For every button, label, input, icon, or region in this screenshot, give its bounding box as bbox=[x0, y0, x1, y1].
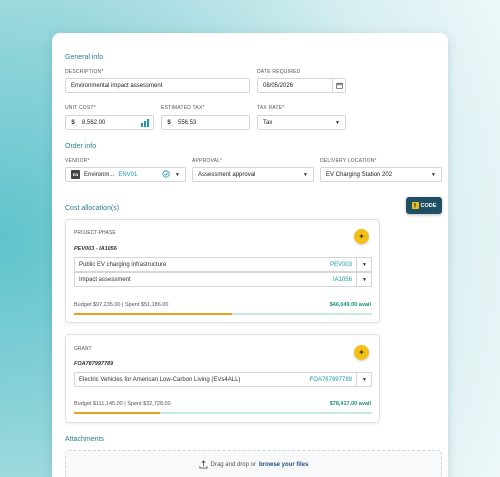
row-code: FOA787997789 bbox=[309, 376, 352, 383]
allocation-panel-project-phase: PROJECT-PHASE ✦ PEV003 - IA1056 Public E… bbox=[65, 219, 380, 323]
panel-code: FOA787997789 bbox=[74, 361, 114, 367]
chevron-down-icon: ▼ bbox=[175, 171, 180, 178]
tax-rate-select[interactable]: Tax ▼ bbox=[257, 115, 346, 130]
approval-select[interactable]: Assessment approval ▼ bbox=[192, 167, 314, 182]
budget-progress-fill bbox=[74, 313, 232, 315]
chevron-down-icon: ▼ bbox=[431, 171, 436, 178]
description-value: Environmental impact assessment bbox=[71, 82, 163, 89]
bar-chart-icon[interactable] bbox=[141, 119, 149, 129]
cost-allocation-title: Cost allocation(s) bbox=[65, 205, 120, 212]
estimated-tax-field[interactable]: $ 556.53 bbox=[161, 115, 250, 130]
tax-rate-label: TAX RATE* bbox=[257, 105, 285, 111]
budget-progress-bar bbox=[74, 313, 372, 315]
row-code: PEV003 bbox=[329, 261, 352, 268]
code-button-label: CODE bbox=[420, 202, 437, 209]
delivery-location-select[interactable]: EV Charging Station 202 ▼ bbox=[320, 167, 442, 182]
delivery-location-label: DELIVERY LOCATION* bbox=[320, 158, 377, 164]
delivery-location-value: EV Charging Station 202 bbox=[326, 171, 393, 178]
check-circle-icon bbox=[162, 170, 170, 180]
chevron-down-icon: ▼ bbox=[362, 376, 367, 383]
calendar-icon[interactable] bbox=[332, 79, 345, 92]
budget-text: Budget $97,235.00 | Spent $51,186.00 bbox=[74, 302, 169, 308]
budget-text: Budget $111,145.00 | Spent $32,728.00 bbox=[74, 401, 171, 407]
estimated-tax-label: ESTIMATED TAX* bbox=[161, 105, 205, 111]
panel-type: GRANT bbox=[74, 346, 92, 352]
dollar-prefix: $ bbox=[71, 119, 75, 126]
date-required-label: DATE REQUIRED bbox=[257, 69, 301, 75]
available-amount: $78,417.00 avail bbox=[329, 401, 371, 407]
file-dropzone[interactable]: Drag and drop or browse your files bbox=[65, 450, 442, 477]
vendor-code: ENV01 bbox=[118, 171, 138, 178]
estimated-tax-value: 556.53 bbox=[178, 119, 197, 126]
vendor-select[interactable]: EN Environm... ENV01 ▼ bbox=[65, 167, 186, 182]
allocation-panel-grant: GRANT ✦ FOA787997789 Electric Vehicles f… bbox=[65, 334, 380, 423]
row-label: Impact assessment bbox=[79, 276, 131, 283]
budget-progress-bar bbox=[74, 412, 372, 414]
date-value: 08/05/2026 bbox=[263, 82, 294, 89]
date-required-field[interactable]: 08/05/2026 bbox=[257, 78, 346, 93]
general-info-title: General info bbox=[65, 54, 104, 61]
star-icon[interactable]: ✦ bbox=[354, 345, 369, 360]
vendor-label: VENDOR* bbox=[65, 158, 90, 164]
row-label: Public EV charging infrastructure bbox=[79, 261, 167, 268]
form-card: General info DESCRIPTION* Environmental … bbox=[52, 33, 448, 477]
available-amount: $46,049.00 avail bbox=[329, 302, 371, 308]
unit-cost-value: 8,562.00 bbox=[82, 119, 106, 126]
star-icon[interactable]: ✦ bbox=[354, 229, 369, 244]
description-field[interactable]: Environmental impact assessment bbox=[65, 78, 250, 93]
row-label: Electric Vehicles for American Low-Carbo… bbox=[79, 376, 241, 383]
vendor-badge: EN bbox=[71, 170, 80, 179]
attachments-title: Attachments bbox=[65, 436, 104, 443]
budget-progress-fill bbox=[74, 412, 161, 414]
vendor-name: Environm... bbox=[84, 171, 115, 178]
code-button[interactable]: § CODE bbox=[406, 197, 442, 214]
tax-rate-value: Tax bbox=[263, 119, 273, 126]
approval-label: APPROVAL* bbox=[192, 158, 223, 164]
panel-type: PROJECT-PHASE bbox=[74, 230, 116, 236]
approval-value: Assessment approval bbox=[198, 171, 256, 178]
row-code: IA1056 bbox=[332, 276, 352, 283]
chevron-down-icon: ▼ bbox=[303, 171, 308, 178]
chevron-down-icon: ▼ bbox=[362, 261, 367, 268]
panel-code: PEV003 - IA1056 bbox=[74, 246, 117, 252]
unit-cost-field[interactable]: $ 8,562.00 bbox=[65, 115, 154, 130]
description-label: DESCRIPTION* bbox=[65, 69, 104, 75]
dollar-prefix: $ bbox=[167, 119, 171, 126]
drop-text: Drag and drop or bbox=[210, 462, 256, 468]
code-icon: § bbox=[411, 202, 419, 209]
upload-icon bbox=[199, 459, 208, 471]
unit-cost-label: UNIT COST* bbox=[65, 105, 96, 111]
allocation-row[interactable]: Electric Vehicles for American Low-Carbo… bbox=[74, 372, 372, 387]
allocation-row[interactable]: Impact assessment IA1056 ▼ bbox=[74, 272, 372, 287]
chevron-down-icon: ▼ bbox=[362, 276, 367, 283]
allocation-row[interactable]: Public EV charging infrastructure PEV003… bbox=[74, 257, 372, 272]
browse-files-link[interactable]: browse your files bbox=[259, 462, 308, 468]
order-info-title: Order info bbox=[65, 143, 97, 150]
chevron-down-icon: ▼ bbox=[335, 119, 340, 126]
